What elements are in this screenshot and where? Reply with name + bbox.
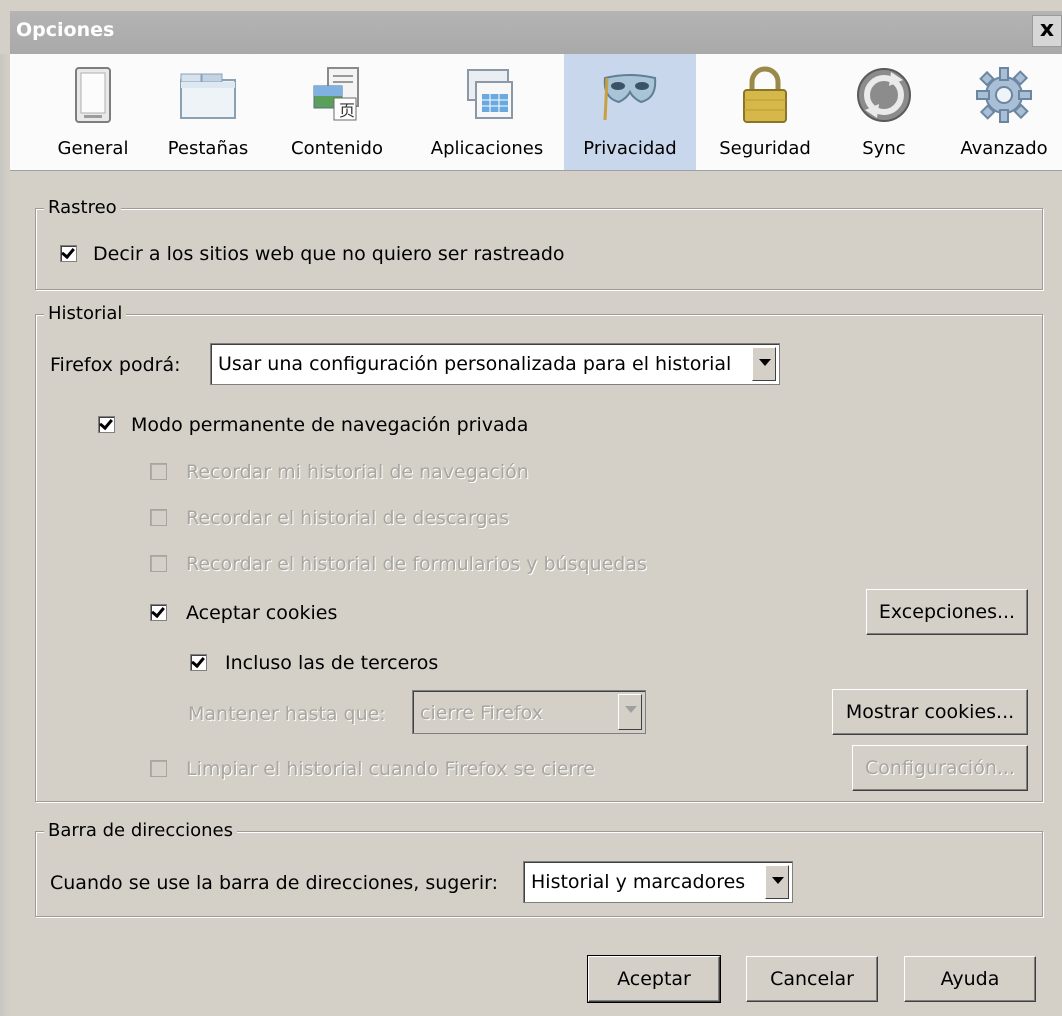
third-party-cookies-label[interactable]: Incluso las de terceros (225, 652, 438, 674)
help-button[interactable]: Ayuda (904, 956, 1036, 1002)
general-icon (75, 67, 111, 123)
remember-forms-label: Recordar el historial de formularios y b… (186, 553, 647, 575)
tab-general-label: General (57, 138, 129, 159)
accept-button-label: Aceptar (617, 968, 691, 990)
clear-on-close-label: Limpiar el historial cuando Firefox se c… (186, 758, 595, 780)
accept-cookies-checkbox[interactable] (150, 604, 167, 621)
tab-applications[interactable]: Aplicaciones (422, 54, 552, 170)
tab-security[interactable]: Seguridad (706, 54, 824, 170)
show-cookies-button[interactable]: Mostrar cookies... (832, 689, 1028, 735)
history-mode-select[interactable]: Usar una configuración personalizada par… (210, 343, 780, 385)
remember-browsing-label: Recordar mi historial de navegación (186, 461, 529, 483)
tab-sync-label: Sync (862, 138, 906, 159)
location-bar-legend: Barra de direcciones (44, 820, 238, 842)
close-button[interactable]: x (1032, 15, 1062, 47)
suggest-value: Historial y marcadores (531, 871, 746, 893)
keep-until-select[interactable]: cierre Firefox (412, 690, 646, 734)
tab-tabs-label: Pestañas (167, 138, 249, 159)
keep-until-label: Mantener hasta que: (188, 703, 386, 725)
tab-privacy-label: Privacidad (583, 138, 677, 159)
tab-advanced[interactable]: Avanzado (946, 54, 1062, 170)
history-mode-value: Usar una configuración personalizada par… (218, 353, 732, 375)
window-border (0, 54, 10, 1016)
tab-privacy[interactable]: Privacidad (564, 54, 696, 170)
options-dialog: Opciones x General Pestañas 页 Contenido … (0, 0, 1062, 1016)
privacy-mask-icon (603, 74, 657, 121)
clear-on-close-checkbox[interactable] (150, 760, 167, 777)
show-cookies-button-label: Mostrar cookies... (845, 701, 1015, 723)
title-bar: Opciones x (10, 11, 1062, 54)
history-legend: Historial (44, 303, 127, 325)
window-title: Opciones (16, 19, 115, 41)
remember-browsing-checkbox[interactable] (150, 463, 167, 480)
accept-cookies-label[interactable]: Aceptar cookies (186, 602, 337, 624)
tabs-icon (180, 73, 236, 119)
applications-icon (467, 69, 513, 119)
suggest-select[interactable]: Historial y marcadores (523, 861, 793, 903)
category-toolbar: General Pestañas 页 Contenido Aplicacione… (10, 54, 1062, 171)
suggest-label: Cuando se use la barra de direcciones, s… (50, 872, 499, 894)
tab-content[interactable]: 页 Contenido (278, 54, 396, 170)
settings-button-label: Configuración... (865, 757, 1015, 779)
chevron-down-icon[interactable] (765, 865, 789, 899)
svg-text:页: 页 (339, 101, 355, 120)
do-not-track-label[interactable]: Decir a los sitios web que no quiero ser… (93, 243, 565, 265)
exceptions-button-label: Excepciones... (878, 601, 1016, 623)
exceptions-button[interactable]: Excepciones... (866, 589, 1028, 635)
padlock-icon (743, 66, 787, 123)
third-party-cookies-checkbox[interactable] (190, 654, 207, 671)
gear-icon (976, 67, 1032, 123)
remember-downloads-checkbox[interactable] (150, 509, 167, 526)
do-not-track-checkbox[interactable] (60, 245, 77, 262)
history-mode-label: Firefox podrá: (50, 354, 181, 376)
cancel-button[interactable]: Cancelar (746, 956, 878, 1002)
private-mode-checkbox[interactable] (98, 416, 115, 433)
tab-advanced-label: Avanzado (960, 138, 1048, 159)
sync-icon (857, 68, 911, 122)
chevron-down-icon[interactable] (752, 347, 776, 381)
help-button-label: Ayuda (940, 968, 1000, 990)
content-icon: 页 (313, 67, 359, 121)
keep-until-value: cierre Firefox (420, 702, 543, 724)
settings-button[interactable]: Configuración... (852, 745, 1028, 791)
tab-security-label: Seguridad (719, 138, 811, 159)
chevron-down-icon[interactable] (618, 694, 642, 730)
accept-button[interactable]: Aceptar (588, 956, 720, 1002)
tab-applications-label: Aplicaciones (430, 138, 544, 159)
cancel-button-label: Cancelar (770, 968, 854, 990)
remember-downloads-label: Recordar el historial de descargas (186, 507, 510, 529)
tracking-legend: Rastreo (44, 197, 121, 219)
tab-general[interactable]: General (44, 54, 142, 170)
tab-sync[interactable]: Sync (836, 54, 932, 170)
remember-forms-checkbox[interactable] (150, 555, 167, 572)
private-mode-label[interactable]: Modo permanente de navegación privada (131, 414, 528, 436)
tab-tabs[interactable]: Pestañas (150, 54, 266, 170)
tab-content-label: Contenido (291, 138, 383, 159)
